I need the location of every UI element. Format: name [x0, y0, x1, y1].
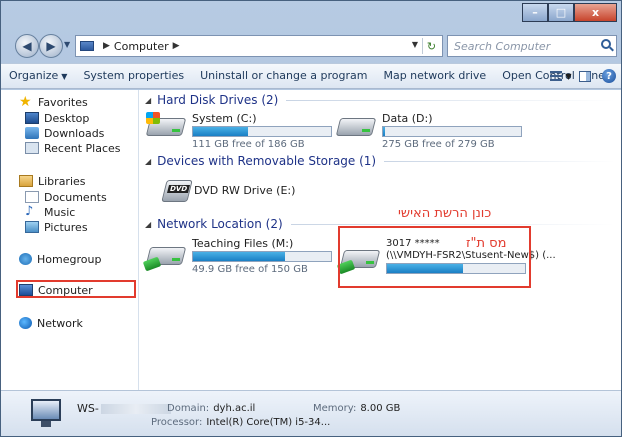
arrow-left-icon: ◀	[22, 39, 32, 53]
arrow-right-icon: ▶	[46, 39, 56, 53]
nav-libraries[interactable]: Libraries	[19, 173, 86, 189]
minimize-button[interactable]: –	[522, 3, 548, 22]
drive-data-d[interactable]: Data (D:) 275 GB free of 279 GB	[335, 112, 526, 150]
preview-pane-button[interactable]	[573, 64, 597, 88]
drive-usage-bar	[192, 126, 332, 137]
nav-downloads[interactable]: Downloads	[25, 125, 104, 141]
drive-teaching-files-m[interactable]: Teaching Files (M:) 49.9 GB free of 150 …	[142, 237, 336, 277]
refresh-icon[interactable]: ↻	[422, 38, 440, 54]
search-box[interactable]	[447, 35, 617, 57]
views-icon	[550, 71, 563, 81]
navigation-pane: ★ Favorites Desktop Downloads Recent Plac…	[1, 90, 139, 390]
address-dropdown[interactable]: ▼	[412, 40, 418, 49]
recent-places-icon	[25, 142, 39, 154]
annotation-id-number: מס ת"ז	[466, 236, 507, 251]
group-divider	[290, 223, 615, 225]
main-pane: ◢ Hard Disk Drives (2) System (C:) 111 G…	[140, 90, 621, 390]
downloads-icon	[25, 127, 39, 139]
domain-field: Domain: dyh.ac.il	[167, 403, 256, 414]
toolbar-right: ▼ ?	[549, 64, 621, 88]
change-view-button[interactable]: ▼	[549, 64, 573, 88]
breadcrumb-computer[interactable]: Computer	[114, 40, 169, 53]
computer-name: WS-	[77, 402, 171, 415]
chevron-down-icon: ▼	[61, 72, 68, 81]
group-divider	[384, 160, 615, 162]
organize-button[interactable]: Organize ▼	[1, 65, 75, 87]
map-network-drive-button[interactable]: Map network drive	[375, 65, 494, 87]
recent-pages-dropdown[interactable]: ▼	[64, 40, 70, 49]
uninstall-program-button[interactable]: Uninstall or change a program	[192, 65, 375, 87]
chevron-down-icon: ▼	[565, 71, 572, 81]
computer-icon	[80, 41, 94, 51]
music-icon: ♪	[25, 204, 34, 219]
help-icon: ?	[602, 69, 616, 83]
search-icon[interactable]	[601, 39, 611, 49]
processor-field: Processor: Intel(R) Core(TM) i5-34...	[151, 417, 331, 428]
system-properties-button[interactable]: System properties	[75, 65, 192, 87]
redacted-name	[100, 404, 171, 414]
documents-icon	[25, 191, 39, 203]
nav-homegroup[interactable]: Homegroup	[19, 251, 101, 267]
nav-documents[interactable]: Documents	[25, 189, 107, 205]
forward-button[interactable]: ▶	[39, 34, 63, 58]
computer-highlight-box	[16, 280, 136, 298]
star-icon: ★	[19, 94, 32, 110]
maximize-button[interactable]: □	[548, 3, 574, 22]
close-button[interactable]: x	[574, 3, 617, 22]
hard-drive-icon	[335, 112, 377, 140]
group-divider	[286, 99, 615, 101]
network-cable-icon	[142, 256, 162, 272]
group-header-removable[interactable]: ◢ Devices with Removable Storage (1)	[145, 154, 615, 168]
nav-recent-places[interactable]: Recent Places	[25, 140, 121, 156]
address-row: ◀ ▶ ▼ ▶ Computer ▶ ▼ ↻	[1, 31, 621, 61]
content-area: ★ Favorites Desktop Downloads Recent Plac…	[1, 90, 621, 390]
libraries-icon	[19, 175, 33, 187]
preview-pane-icon	[579, 70, 591, 82]
annotation-personal-drive: כונן הרשת האישי	[398, 206, 492, 221]
explorer-window: – □ x ◀ ▶ ▼ ▶ Computer ▶ ▼ ↻ Organize▼ S…	[0, 0, 622, 437]
address-bar[interactable]: ▶ Computer ▶ ▼ ↻	[75, 35, 443, 57]
homegroup-icon	[19, 253, 32, 265]
chevron-right-icon[interactable]: ▶	[173, 41, 180, 51]
drive-system-c[interactable]: System (C:) 111 GB free of 186 GB	[145, 112, 336, 150]
nav-desktop[interactable]: Desktop	[25, 110, 89, 126]
nav-music[interactable]: ♪ Music	[25, 204, 75, 220]
hard-drive-icon	[145, 112, 187, 140]
nav-network[interactable]: Network	[19, 315, 83, 331]
nav-favorites[interactable]: ★ Favorites	[19, 94, 88, 110]
search-input[interactable]	[454, 39, 594, 53]
nav-pictures[interactable]: Pictures	[25, 219, 88, 235]
collapse-triangle-icon: ◢	[145, 219, 152, 229]
collapse-triangle-icon: ◢	[145, 156, 152, 166]
back-button[interactable]: ◀	[15, 34, 39, 58]
chevron-right-icon[interactable]: ▶	[103, 41, 110, 51]
caption-buttons: – □ x	[522, 3, 617, 22]
group-header-hard-disks[interactable]: ◢ Hard Disk Drives (2)	[145, 93, 615, 107]
command-bar: Organize ▼ System properties Uninstall or…	[1, 63, 621, 89]
network-drive-icon	[142, 241, 187, 272]
memory-field: Memory: 8.00 GB	[313, 403, 401, 414]
windows-logo-icon	[146, 112, 160, 124]
help-button[interactable]: ?	[597, 64, 621, 88]
drive-usage-bar	[192, 251, 332, 262]
collapse-triangle-icon: ◢	[145, 95, 152, 105]
network-icon	[19, 317, 32, 329]
desktop-icon	[25, 112, 39, 124]
details-pane: WS- Domain: dyh.ac.il Memory: 8.00 GB Proc…	[1, 390, 621, 436]
drive-usage-bar	[382, 126, 522, 137]
computer-icon	[31, 399, 61, 427]
pictures-icon	[25, 221, 39, 233]
drive-dvd-e[interactable]: DVD DVD RW Drive (E:)	[161, 176, 322, 208]
